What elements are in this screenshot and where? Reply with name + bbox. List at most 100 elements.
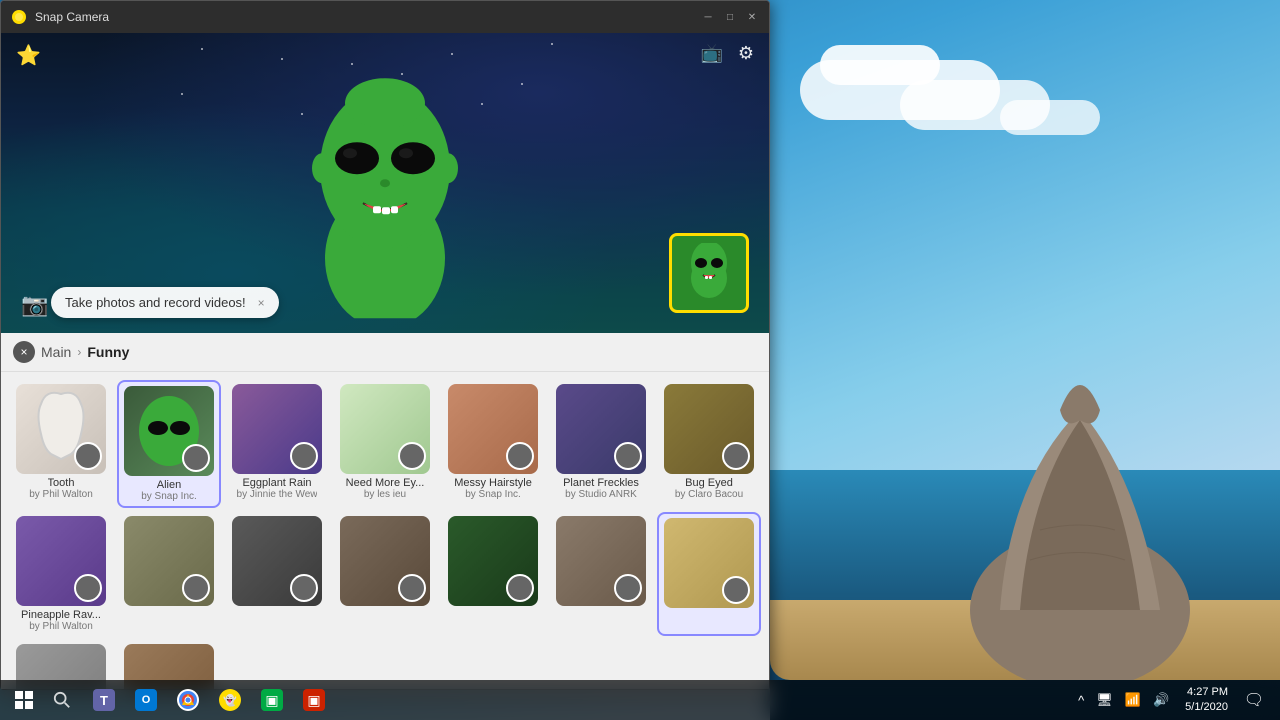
snap-camera-window: Snap Camera ─ □ ✕ bbox=[0, 0, 770, 690]
filter-author-label: by Claro Bacou bbox=[675, 489, 743, 500]
filter-thumbnail bbox=[232, 384, 322, 474]
filter-creator-icon bbox=[506, 574, 534, 602]
chevron-up-icon[interactable]: ^ bbox=[1074, 691, 1088, 710]
filter-item-planet-freckles[interactable]: Planet Frecklesby Studio ANRK bbox=[549, 380, 653, 508]
screenshot-button[interactable]: 📷 bbox=[21, 292, 48, 318]
taskbar-red-app[interactable]: ▣ bbox=[294, 680, 334, 720]
filter-item-12[interactable] bbox=[549, 512, 653, 636]
network-icon[interactable]: 🖥 bbox=[1092, 690, 1117, 710]
twitch-icon[interactable]: 📺 bbox=[700, 43, 722, 64]
filter-item-tooth[interactable]: Toothby Phil Walton bbox=[9, 380, 113, 508]
taskbar-outlook[interactable]: O bbox=[126, 680, 166, 720]
filter-creator-icon bbox=[74, 442, 102, 470]
scroll-up-arrow: ▲ bbox=[703, 233, 715, 238]
breadcrumb: × Main › Funny bbox=[1, 333, 769, 372]
filter-name-label: Messy Hairstyle bbox=[454, 477, 532, 489]
filter-author-label: by Phil Walton bbox=[29, 621, 93, 632]
breadcrumb-main[interactable]: Main bbox=[41, 344, 71, 360]
filters-grid: Toothby Phil WaltonAlienby Snap Inc.Eggp… bbox=[1, 372, 769, 689]
filter-item-messy-hairstyle[interactable]: Messy Hairstyleby Snap Inc. bbox=[441, 380, 545, 508]
system-tray: ^ 🖥 📶 🔊 bbox=[1074, 690, 1173, 710]
filter-item-10[interactable] bbox=[333, 512, 437, 636]
filter-name-label: Planet Freckles bbox=[563, 477, 639, 489]
filter-thumbnail bbox=[340, 516, 430, 606]
filter-item-need-more-ey...[interactable]: Need More Ey...by les ieu bbox=[333, 380, 437, 508]
filter-creator-icon bbox=[290, 574, 318, 602]
rock-formation bbox=[940, 330, 1220, 680]
title-bar: Snap Camera ─ □ ✕ bbox=[1, 1, 769, 33]
taskbar-apps: T O 👻 ▣ ▣ bbox=[84, 680, 334, 720]
time-display: 4:27 PM bbox=[1187, 685, 1228, 700]
taskbar-green-app[interactable]: ▣ bbox=[252, 680, 292, 720]
filter-name-label: Need More Ey... bbox=[346, 477, 425, 489]
filter-creator-icon bbox=[614, 574, 642, 602]
filter-thumbnail bbox=[232, 516, 322, 606]
bottom-panel: × Main › Funny Toothby Phil WaltonAlienb… bbox=[1, 333, 769, 689]
filter-item-9[interactable] bbox=[225, 512, 329, 636]
taskbar-snap-camera[interactable]: 👻 bbox=[210, 680, 250, 720]
wifi-icon[interactable]: 📶 bbox=[1121, 690, 1145, 710]
filter-thumbnail bbox=[556, 516, 646, 606]
filter-creator-icon bbox=[182, 574, 210, 602]
filter-thumbnail bbox=[124, 516, 214, 606]
filter-item-8[interactable] bbox=[117, 512, 221, 636]
filter-item-pineapple-rav...[interactable]: Pineapple Rav...by Phil Walton bbox=[9, 512, 113, 636]
filter-creator-icon bbox=[290, 442, 318, 470]
filter-creator-icon bbox=[506, 442, 534, 470]
maximize-button[interactable]: □ bbox=[723, 10, 737, 24]
breadcrumb-separator: › bbox=[77, 345, 81, 359]
filter-creator-icon bbox=[614, 442, 642, 470]
window-title: Snap Camera bbox=[35, 10, 701, 24]
filter-author-label: by Phil Walton bbox=[29, 489, 93, 500]
filter-thumbnail bbox=[556, 384, 646, 474]
filter-thumbnail bbox=[340, 384, 430, 474]
taskbar-chrome[interactable] bbox=[168, 680, 208, 720]
system-clock[interactable]: 4:27 PM 5/1/2020 bbox=[1179, 685, 1234, 716]
close-button[interactable]: ✕ bbox=[745, 10, 759, 24]
minimize-button[interactable]: ─ bbox=[701, 10, 715, 24]
notification-close[interactable]: × bbox=[258, 296, 265, 310]
filter-creator-icon bbox=[74, 574, 102, 602]
settings-icon[interactable]: ⚙ bbox=[738, 43, 754, 64]
filter-creator-icon bbox=[182, 444, 210, 472]
filter-author-label: by Snap Inc. bbox=[465, 489, 521, 500]
filter-name-label: Eggplant Rain bbox=[242, 477, 311, 489]
taskbar-search[interactable] bbox=[44, 680, 80, 720]
filter-item-11[interactable] bbox=[441, 512, 545, 636]
notification-center[interactable]: 🗨 bbox=[1240, 680, 1268, 720]
camera-controls: 📺 ⚙ bbox=[700, 43, 754, 64]
filter-thumbnail bbox=[16, 516, 106, 606]
filter-author-label: by Snap Inc. bbox=[141, 491, 197, 502]
filter-name-label: Alien bbox=[157, 479, 181, 491]
filter-name-label: Pineapple Rav... bbox=[21, 609, 101, 621]
filter-creator-icon bbox=[722, 576, 750, 604]
filter-thumbnail bbox=[664, 384, 754, 474]
filter-thumbnail bbox=[448, 516, 538, 606]
breadcrumb-current: Funny bbox=[87, 344, 129, 360]
notification-icon: 🗨 bbox=[1244, 690, 1264, 710]
notification-text: Take photos and record videos! bbox=[65, 295, 246, 310]
filter-creator-icon bbox=[398, 574, 426, 602]
alien-figure bbox=[285, 58, 485, 318]
filter-item-eggplant-rain[interactable]: Eggplant Rainby Jinnie the Wew bbox=[225, 380, 329, 508]
filter-thumbnail bbox=[664, 518, 754, 608]
favorite-star[interactable]: ⭐ bbox=[16, 43, 41, 68]
volume-icon[interactable]: 🔊 bbox=[1149, 690, 1173, 710]
filter-thumbnail bbox=[124, 386, 214, 476]
app-icon bbox=[11, 9, 27, 25]
taskbar-teams[interactable]: T bbox=[84, 680, 124, 720]
filter-creator-icon bbox=[722, 442, 750, 470]
filter-item-alien[interactable]: Alienby Snap Inc. bbox=[117, 380, 221, 508]
filter-author-label: by Jinnie the Wew bbox=[237, 489, 318, 500]
start-button[interactable] bbox=[4, 680, 44, 720]
taskbar: T O 👻 ▣ ▣ bbox=[0, 680, 1280, 720]
breadcrumb-close-button[interactable]: × bbox=[13, 341, 35, 363]
filter-author-label: by les ieu bbox=[364, 489, 406, 500]
filter-name-label: Tooth bbox=[48, 477, 75, 489]
filter-thumbnail bbox=[448, 384, 538, 474]
date-display: 5/1/2020 bbox=[1185, 700, 1228, 715]
filter-item-bug-eyed[interactable]: Bug Eyedby Claro Bacou bbox=[657, 380, 761, 508]
preview-thumbnail[interactable]: ▲ bbox=[669, 233, 749, 313]
filter-item-13[interactable] bbox=[657, 512, 761, 636]
camera-preview: ⭐ 📺 ⚙ 📷 Take photos and record videos! ×… bbox=[1, 33, 769, 333]
